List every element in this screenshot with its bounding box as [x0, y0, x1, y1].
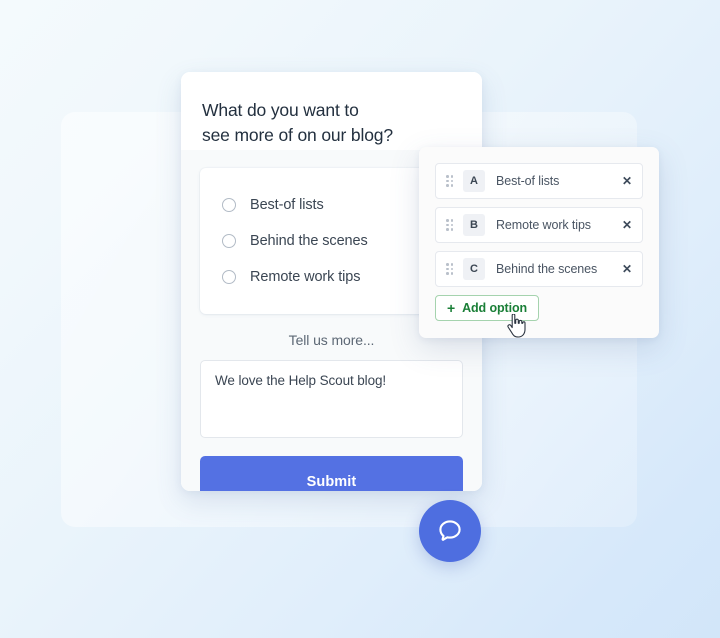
drag-handle-icon[interactable]: [446, 175, 453, 187]
chat-bubble-icon: [439, 520, 461, 541]
feedback-textarea[interactable]: We love the Help Scout blog!: [200, 360, 463, 438]
drag-handle-icon[interactable]: [446, 263, 453, 275]
remove-option-icon[interactable]: ✕: [622, 263, 632, 275]
page-title: What do you want to see more of on our b…: [202, 100, 393, 145]
radio-circle-icon[interactable]: [222, 198, 236, 212]
option-key-badge: C: [463, 258, 485, 280]
option-text-input[interactable]: Best-of lists: [496, 174, 622, 188]
drag-handle-icon[interactable]: [446, 219, 453, 231]
radio-option-label: Remote work tips: [250, 269, 361, 285]
add-option-button[interactable]: + Add option: [435, 295, 540, 321]
radio-circle-icon[interactable]: [222, 270, 236, 284]
plus-icon: +: [447, 300, 456, 316]
form-card-header: What do you want to see more of on our b…: [181, 72, 482, 150]
option-text-input[interactable]: Behind the scenes: [496, 262, 622, 276]
option-editor-row[interactable]: A Best-of lists ✕: [435, 163, 643, 199]
option-text-input[interactable]: Remote work tips: [496, 218, 622, 232]
radio-circle-icon[interactable]: [222, 234, 236, 248]
add-option-label: Add option: [462, 301, 528, 315]
radio-option-label: Behind the scenes: [250, 233, 368, 249]
chat-widget-button[interactable]: [419, 500, 481, 562]
options-editor-panel: A Best-of lists ✕ B Remote work tips ✕ C…: [419, 147, 659, 338]
remove-option-icon[interactable]: ✕: [622, 219, 632, 231]
submit-button[interactable]: Submit: [200, 456, 463, 491]
option-key-badge: B: [463, 214, 485, 236]
remove-option-icon[interactable]: ✕: [622, 175, 632, 187]
radio-option-label: Best-of lists: [250, 197, 324, 213]
option-editor-row[interactable]: B Remote work tips ✕: [435, 207, 643, 243]
option-editor-row[interactable]: C Behind the scenes ✕: [435, 251, 643, 287]
option-key-badge: A: [463, 170, 485, 192]
